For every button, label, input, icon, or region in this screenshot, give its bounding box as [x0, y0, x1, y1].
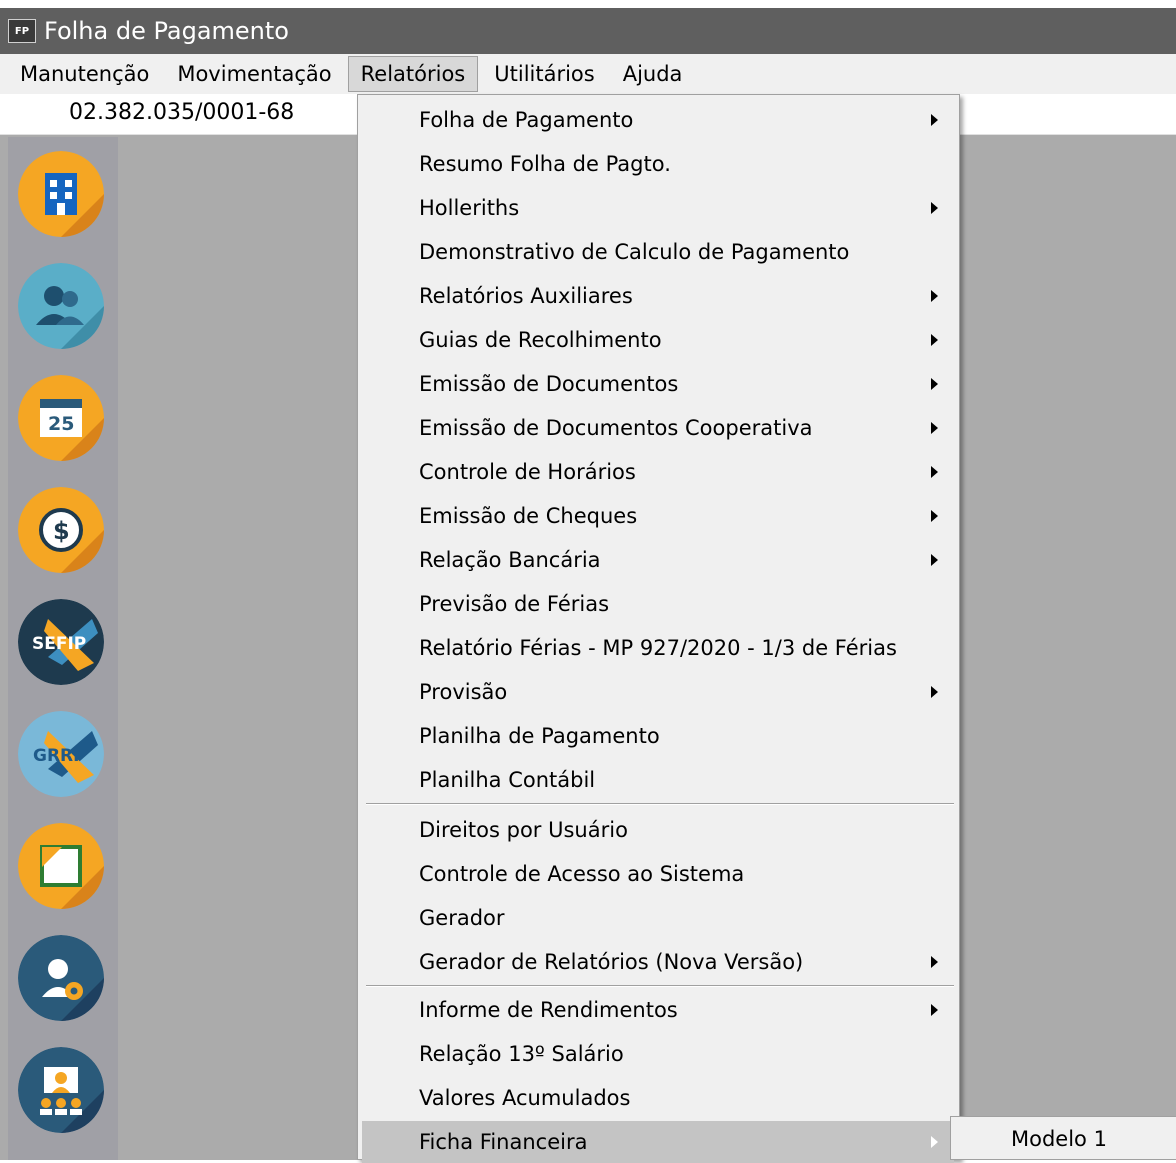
menu-item-label: Planilha Contábil	[419, 768, 596, 792]
menu-item-label: Planilha de Pagamento	[419, 724, 660, 748]
ficha-financeira-submenu: Modelo 1	[950, 1116, 1176, 1160]
menu-separator	[366, 985, 954, 987]
menu-item-label: Relatórios Auxiliares	[419, 284, 633, 308]
menu-item-label: Emissão de Cheques	[419, 504, 638, 528]
menu-item-guias-recolhimento[interactable]: Guias de Recolhimento	[362, 319, 954, 361]
menu-item-label: Provisão	[419, 680, 508, 704]
window-title: Folha de Pagamento	[44, 17, 289, 45]
menu-movimentacao[interactable]: Movimentação	[165, 56, 343, 92]
menu-item-label: Resumo Folha de Pagto.	[419, 152, 671, 176]
menu-item-label: Emissão de Documentos Cooperativa	[419, 416, 813, 440]
menu-item-informe-rendimentos[interactable]: Informe de Rendimentos	[362, 989, 954, 1031]
support-settings-icon[interactable]	[18, 935, 104, 1021]
submenu-arrow-icon	[931, 554, 938, 566]
menu-item-demonstrativo-calculo[interactable]: Demonstrativo de Calculo de Pagamento	[362, 231, 954, 273]
svg-text:SEFIP: SEFIP	[32, 634, 86, 654]
menu-item-controle-horarios[interactable]: Controle de Horários	[362, 451, 954, 493]
menu-item-resumo-folha[interactable]: Resumo Folha de Pagto.	[362, 143, 954, 185]
menu-item-label: Valores Acumulados	[419, 1086, 631, 1110]
menu-item-planilha-contabil[interactable]: Planilha Contábil	[362, 759, 954, 801]
menu-item-relatorio-ferias-mp[interactable]: Relatório Férias - MP 927/2020 - 1/3 de …	[362, 627, 954, 669]
menu-item-label: Controle de Acesso ao Sistema	[419, 862, 745, 886]
menu-item-provisao[interactable]: Provisão	[362, 671, 954, 713]
calendar-icon[interactable]: 25	[18, 375, 104, 461]
menu-item-holleriths[interactable]: Holleriths	[362, 187, 954, 229]
menu-item-direitos-usuario[interactable]: Direitos por Usuário	[362, 809, 954, 851]
menu-manutencao[interactable]: Manutenção	[8, 56, 161, 92]
sefip-icon[interactable]: SEFIP	[18, 599, 104, 685]
document-icon[interactable]	[18, 823, 104, 909]
menu-item-controle-acesso[interactable]: Controle de Acesso ao Sistema	[362, 853, 954, 895]
submenu-arrow-icon	[931, 290, 938, 302]
relatorios-dropdown-menu: Folha de Pagamento Resumo Folha de Pagto…	[357, 94, 960, 1163]
submenu-arrow-icon	[931, 956, 938, 968]
submenu-arrow-icon	[931, 422, 938, 434]
menu-item-relacao-bancaria[interactable]: Relação Bancária	[362, 539, 954, 581]
menu-item-label: Folha de Pagamento	[419, 108, 634, 132]
menu-item-label: Ficha Financeira	[419, 1130, 588, 1154]
menu-item-previsao-ferias[interactable]: Previsão de Férias	[362, 583, 954, 625]
app-icon: FP	[8, 19, 36, 43]
menu-item-label: Relação 13º Salário	[419, 1042, 624, 1066]
company-cnpj: 02.382.035/0001-68	[69, 100, 295, 125]
menu-item-folha-de-pagamento[interactable]: Folha de Pagamento	[362, 99, 954, 141]
menu-item-label: Guias de Recolhimento	[419, 328, 662, 352]
menu-item-valores-acumulados[interactable]: Valores Acumulados	[362, 1077, 954, 1119]
menu-item-label: Previsão de Férias	[419, 592, 610, 616]
menu-item-label: Gerador	[419, 906, 505, 930]
menu-item-label: Direitos por Usuário	[419, 818, 628, 842]
menu-relatorios[interactable]: Relatórios	[347, 56, 479, 92]
menu-item-label: Controle de Horários	[419, 460, 636, 484]
submenu-arrow-icon	[931, 1004, 938, 1016]
menu-item-label: Informe de Rendimentos	[419, 998, 678, 1022]
menu-item-emissao-documentos[interactable]: Emissão de Documentos	[362, 363, 954, 405]
company-icon[interactable]	[18, 151, 104, 237]
menu-separator	[366, 803, 954, 805]
submenu-item-modelo-1[interactable]: Modelo 1	[1011, 1117, 1107, 1161]
menu-item-relatorios-auxiliares[interactable]: Relatórios Auxiliares	[362, 275, 954, 317]
menu-item-emissao-cheques[interactable]: Emissão de Cheques	[362, 495, 954, 537]
menu-item-gerador-relatorios-nova-versao[interactable]: Gerador de Relatórios (Nova Versão)	[362, 941, 954, 983]
submenu-arrow-icon	[931, 378, 938, 390]
menu-item-label: Demonstrativo de Calculo de Pagamento	[419, 240, 850, 264]
menu-item-label: Emissão de Documentos	[419, 372, 679, 396]
menu-item-emissao-documentos-cooperativa[interactable]: Emissão de Documentos Cooperativa	[362, 407, 954, 449]
menu-utilitarios[interactable]: Utilitários	[482, 56, 606, 92]
svg-text:25: 25	[48, 413, 74, 435]
menu-item-ficha-financeira[interactable]: Ficha Financeira	[362, 1121, 954, 1163]
submenu-arrow-icon	[931, 466, 938, 478]
grrf-icon[interactable]: GRRF	[18, 711, 104, 797]
menu-bar: Manutenção Movimentação Relatórios Utili…	[0, 54, 1176, 94]
title-bar: FP Folha de Pagamento	[0, 8, 1176, 54]
sidebar: 25 $ SEFIP GRRF	[8, 137, 118, 1160]
menu-item-label: Gerador de Relatórios (Nova Versão)	[419, 950, 804, 974]
employees-icon[interactable]	[18, 263, 104, 349]
menu-item-relacao-13-salario[interactable]: Relação 13º Salário	[362, 1033, 954, 1075]
submenu-arrow-icon	[931, 686, 938, 698]
svg-text:GRRF: GRRF	[33, 746, 85, 766]
menu-item-planilha-pagamento[interactable]: Planilha de Pagamento	[362, 715, 954, 757]
submenu-arrow-icon	[931, 202, 938, 214]
submenu-arrow-icon	[931, 510, 938, 522]
menu-item-label: Relação Bancária	[419, 548, 601, 572]
menu-item-label: Holleriths	[419, 196, 520, 220]
svg-text:$: $	[53, 517, 70, 545]
dollar-icon[interactable]: $	[18, 487, 104, 573]
submenu-arrow-icon	[931, 114, 938, 126]
menu-item-label: Relatório Férias - MP 927/2020 - 1/3 de …	[419, 636, 897, 660]
menu-ajuda[interactable]: Ajuda	[611, 56, 695, 92]
submenu-arrow-icon	[931, 334, 938, 346]
users-screen-icon[interactable]	[18, 1047, 104, 1133]
menu-item-gerador[interactable]: Gerador	[362, 897, 954, 939]
submenu-arrow-icon	[931, 1136, 938, 1148]
